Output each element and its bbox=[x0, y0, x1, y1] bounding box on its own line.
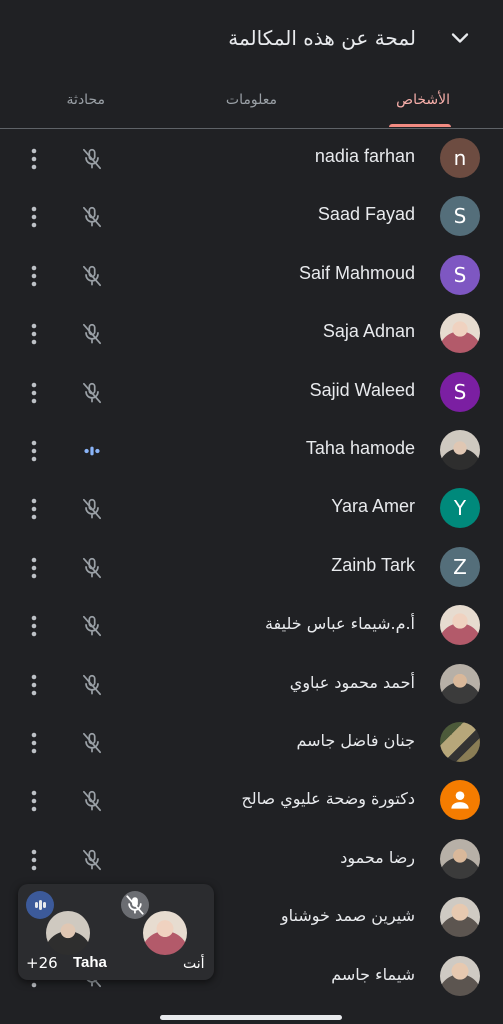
avatar: S bbox=[440, 196, 480, 237]
more-vert-icon[interactable] bbox=[25, 555, 43, 581]
speaking-badge bbox=[26, 891, 54, 919]
more-vert-icon[interactable] bbox=[25, 613, 43, 639]
participant-row[interactable]: n nadia farhan bbox=[0, 129, 503, 187]
chevron-down-icon[interactable] bbox=[446, 24, 474, 52]
tab-people[interactable]: الأشخاص bbox=[396, 92, 450, 108]
participant-name: Yara Amer bbox=[331, 496, 415, 517]
mic-off-icon bbox=[83, 732, 101, 754]
participant-row[interactable]: S Saad Fayad bbox=[0, 187, 503, 245]
mic-off-icon bbox=[83, 265, 101, 286]
mic-off-icon bbox=[126, 895, 144, 915]
participant-row[interactable]: Saja Adnan bbox=[0, 304, 503, 362]
more-vert-icon[interactable] bbox=[25, 847, 43, 873]
avatar: S bbox=[440, 371, 480, 412]
self-avatar bbox=[143, 911, 187, 955]
call-details-header: لمحة عن هذه المكالمة bbox=[0, 0, 503, 80]
participant-name: جنان فاضل جاسم bbox=[296, 731, 415, 750]
avatar bbox=[440, 663, 480, 704]
participant-row[interactable]: Z Zainb Tark bbox=[0, 538, 503, 596]
participant-row[interactable]: أحمد محمود عباوي bbox=[0, 655, 503, 713]
mic-off-icon bbox=[83, 791, 101, 812]
active-tab-indicator bbox=[389, 124, 451, 127]
participant-name: Saad Fayad bbox=[317, 204, 415, 225]
mic-off-icon bbox=[83, 557, 101, 578]
mic-off-icon bbox=[83, 849, 101, 870]
avatar bbox=[440, 955, 480, 996]
participant-name: Sajid Waleed bbox=[309, 379, 415, 400]
participant-name: Taha hamode bbox=[305, 438, 415, 458]
participant-name: دكتورة وضحة عليوي صالح bbox=[241, 789, 415, 809]
participant-name: أحمد محمود عباوي bbox=[289, 672, 415, 692]
avatar: n bbox=[440, 138, 480, 178]
more-vert-icon[interactable] bbox=[25, 380, 43, 406]
audio-level-icon bbox=[84, 446, 100, 456]
participant-name: رضا محمود bbox=[340, 847, 415, 867]
participant-row[interactable]: Y Yara Amer bbox=[0, 479, 503, 537]
avatar: Z bbox=[440, 546, 480, 587]
participant-name: شيماء جاسم bbox=[331, 964, 415, 984]
avatar bbox=[440, 605, 480, 646]
participant-name: أ.م.شيماء عباس خليفة bbox=[264, 614, 415, 634]
more-vert-icon[interactable] bbox=[25, 788, 43, 814]
tab-chat[interactable]: محادثة bbox=[67, 92, 105, 108]
more-vert-icon[interactable] bbox=[25, 438, 43, 464]
picture-in-picture-tiles[interactable]: +26 Taha أنت bbox=[18, 884, 214, 980]
participant-row[interactable]: جنان فاضل جاسم bbox=[0, 713, 503, 771]
participant-name: Zainb Tark bbox=[331, 554, 415, 575]
more-vert-icon[interactable] bbox=[25, 146, 43, 172]
avatar bbox=[440, 838, 480, 879]
participant-row[interactable]: رضا محمود bbox=[0, 830, 503, 888]
more-vert-icon[interactable] bbox=[25, 204, 43, 230]
more-vert-icon[interactable] bbox=[25, 321, 43, 347]
mic-off-icon bbox=[83, 499, 101, 520]
avatar bbox=[440, 430, 480, 470]
participant-name: شيرين صمد خوشناو bbox=[280, 906, 415, 926]
avatar: Y bbox=[440, 488, 480, 529]
tab-bar: الأشخاص معلومات محادثة bbox=[0, 80, 503, 129]
participant-row[interactable]: S Sajid Waleed bbox=[0, 363, 503, 421]
page-title: لمحة عن هذه المكالمة bbox=[228, 26, 416, 50]
participant-row[interactable]: S Saif Mahmoud bbox=[0, 246, 503, 304]
more-vert-icon[interactable] bbox=[25, 730, 43, 756]
participant-name: Saja Adnan bbox=[322, 321, 415, 342]
avatar bbox=[440, 722, 480, 762]
speaker-name: Taha bbox=[73, 954, 107, 971]
audio-level-icon bbox=[35, 900, 46, 910]
avatar bbox=[440, 780, 480, 821]
home-indicator bbox=[160, 1015, 342, 1020]
tab-info[interactable]: معلومات bbox=[226, 92, 277, 108]
participant-row[interactable]: Taha hamode bbox=[0, 421, 503, 479]
participant-name: nadia farhan bbox=[314, 146, 415, 166]
person-icon bbox=[451, 791, 469, 810]
avatar bbox=[440, 313, 480, 354]
more-vert-icon[interactable] bbox=[25, 672, 43, 698]
mic-off-icon bbox=[83, 148, 101, 170]
participant-name: Saif Mahmoud bbox=[298, 262, 415, 283]
more-vert-icon[interactable] bbox=[25, 496, 43, 522]
extra-participants-count: +26 bbox=[26, 954, 58, 972]
mic-off-icon bbox=[83, 382, 101, 403]
self-label: أنت bbox=[183, 956, 205, 972]
mic-off-icon bbox=[83, 207, 101, 228]
speaker-avatar bbox=[46, 911, 90, 955]
self-muted-badge bbox=[121, 891, 149, 919]
participant-row[interactable]: أ.م.شيماء عباس خليفة bbox=[0, 596, 503, 654]
more-vert-icon[interactable] bbox=[25, 263, 43, 289]
mic-off-icon bbox=[83, 616, 101, 637]
participant-row[interactable]: دكتورة وضحة عليوي صالح bbox=[0, 771, 503, 829]
avatar bbox=[440, 897, 480, 938]
avatar: S bbox=[440, 254, 480, 295]
mic-off-icon bbox=[83, 324, 101, 345]
mic-off-icon bbox=[83, 674, 101, 695]
